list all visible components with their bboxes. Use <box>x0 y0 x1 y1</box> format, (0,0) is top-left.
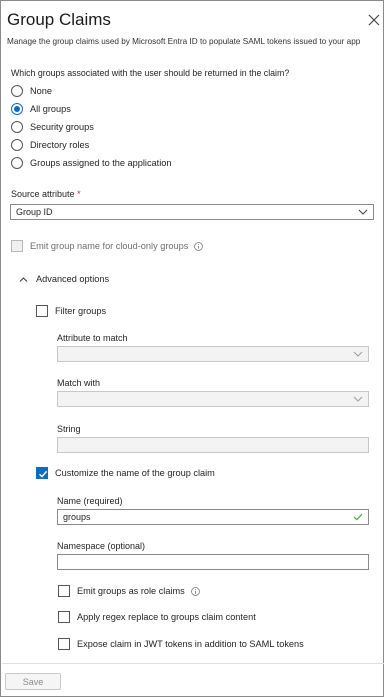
save-button[interactable]: Save <box>5 673 61 690</box>
radio-button[interactable] <box>11 121 23 133</box>
page-subtitle: Manage the group claims used by Microsof… <box>7 37 361 46</box>
string-input[interactable] <box>57 437 369 453</box>
emit-group-name-checkbox[interactable]: Emit group name for cloud-only groups <box>11 239 204 253</box>
groups-question: Which groups associated with the user sh… <box>11 68 290 78</box>
radio-label: Directory roles <box>30 140 90 150</box>
name-input[interactable]: groups <box>57 509 369 525</box>
checkmark-icon <box>353 513 363 521</box>
info-icon[interactable] <box>190 586 200 596</box>
checkbox[interactable] <box>58 585 70 597</box>
radio-button[interactable] <box>11 139 23 151</box>
radio-all-groups[interactable]: All groups <box>11 102 71 116</box>
regex-replace-checkbox[interactable]: Apply regex replace to groups claim cont… <box>58 610 256 624</box>
info-icon[interactable] <box>194 241 204 251</box>
name-label: Name (required) <box>57 496 123 506</box>
checkbox-label: Expose claim in JWT tokens in addition t… <box>77 639 304 649</box>
radio-security-groups[interactable]: Security groups <box>11 120 94 134</box>
radio-button[interactable] <box>11 85 23 97</box>
name-value: groups <box>63 512 91 522</box>
filter-groups-checkbox[interactable]: Filter groups <box>36 304 106 318</box>
emit-role-claims-checkbox[interactable]: Emit groups as role claims <box>58 584 200 598</box>
customize-name-checkbox[interactable]: Customize the name of the group claim <box>36 466 215 480</box>
namespace-input[interactable] <box>57 554 369 570</box>
match-with-select[interactable] <box>57 391 369 407</box>
checkbox-label: Customize the name of the group claim <box>55 468 215 478</box>
checkmark-icon <box>39 470 48 478</box>
close-icon[interactable] <box>368 14 380 26</box>
checkbox[interactable] <box>58 638 70 650</box>
footer-divider <box>2 663 384 664</box>
checkbox[interactable] <box>36 467 48 479</box>
required-mark: * <box>77 189 81 199</box>
match-with-label: Match with <box>57 378 101 388</box>
advanced-options-label: Advanced options <box>36 274 110 284</box>
group-claims-panel: Group Claims Manage the group claims use… <box>0 0 384 697</box>
chevron-up-icon <box>19 276 28 282</box>
chevron-down-icon <box>353 396 363 402</box>
radio-label: Security groups <box>30 122 94 132</box>
chevron-down-icon <box>353 351 363 357</box>
jwt-tokens-checkbox[interactable]: Expose claim in JWT tokens in addition t… <box>58 637 304 651</box>
source-attribute-label: Source attribute * <box>11 189 81 199</box>
radio-label: Groups assigned to the application <box>30 158 172 168</box>
radio-directory-roles[interactable]: Directory roles <box>11 138 89 152</box>
checkbox-label: Filter groups <box>55 306 107 316</box>
chevron-down-icon <box>358 209 368 215</box>
source-attribute-label-text: Source attribute <box>11 189 75 199</box>
radio-button[interactable] <box>11 157 23 169</box>
radio-label: All groups <box>30 104 71 114</box>
advanced-options-toggle[interactable]: Advanced options <box>19 274 109 284</box>
source-attribute-value: Group ID <box>16 207 53 217</box>
radio-groups-assigned[interactable]: Groups assigned to the application <box>11 156 171 170</box>
checkbox[interactable] <box>11 240 23 252</box>
checkbox[interactable] <box>36 305 48 317</box>
page-title: Group Claims <box>7 10 111 29</box>
radio-none[interactable]: None <box>11 84 52 98</box>
checkbox-label: Emit groups as role claims <box>77 586 185 596</box>
namespace-label: Namespace (optional) <box>57 541 146 551</box>
checkbox[interactable] <box>58 611 70 623</box>
checkbox-label: Apply regex replace to groups claim cont… <box>77 612 256 622</box>
string-label: String <box>57 424 81 434</box>
checkbox-label: Emit group name for cloud-only groups <box>30 241 189 251</box>
attribute-to-match-select[interactable] <box>57 346 369 362</box>
radio-label: None <box>30 86 52 96</box>
attribute-to-match-label: Attribute to match <box>57 333 128 343</box>
source-attribute-select[interactable]: Group ID <box>10 204 374 220</box>
radio-button[interactable] <box>11 103 23 115</box>
